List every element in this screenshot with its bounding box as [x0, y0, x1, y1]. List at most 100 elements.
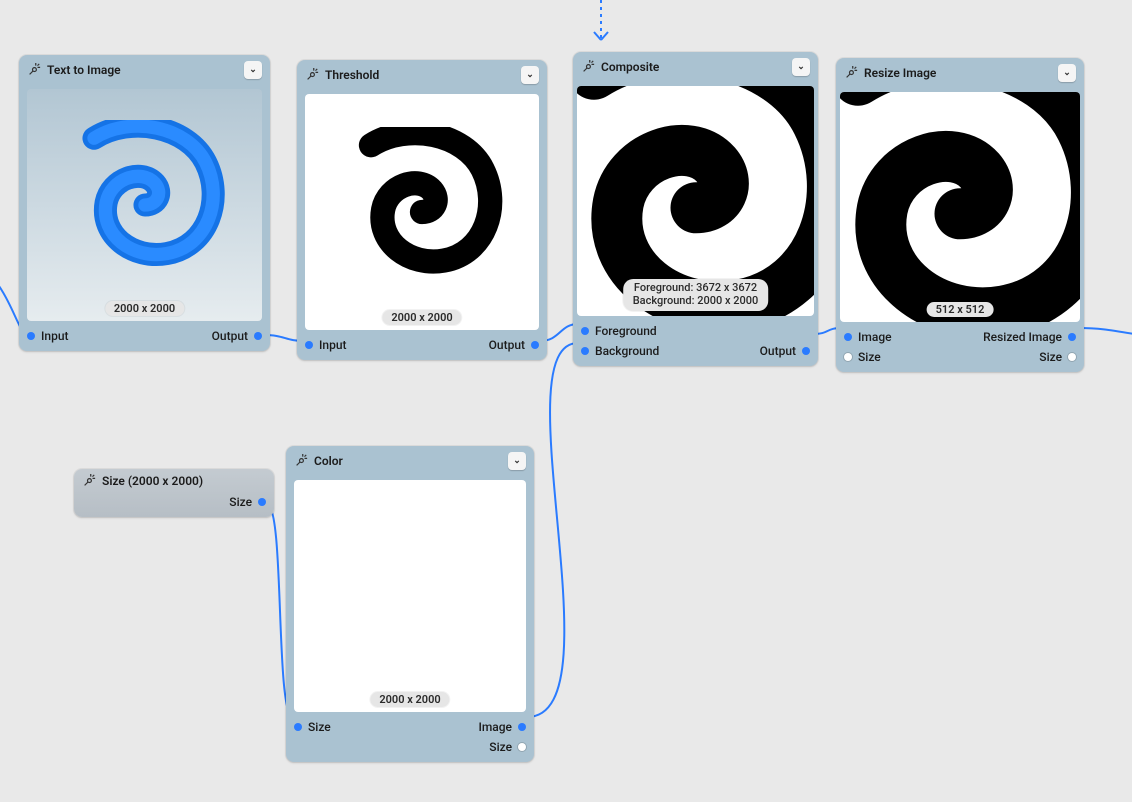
port-row: Image Resized Image [836, 328, 1084, 346]
spiral-glyph-black [337, 127, 507, 297]
port-label: Background [595, 344, 659, 358]
preview-image[interactable]: 2000 x 2000 [305, 94, 539, 330]
node-menu-button[interactable]: ⌄ [521, 66, 539, 84]
node-color[interactable]: Color ⌄ 2000 x 2000 Size Image [286, 446, 534, 762]
port-dot-icon [531, 341, 539, 349]
size-out-port[interactable]: Size [489, 740, 526, 754]
node-resize-image[interactable]: Resize Image ⌄ 512 x 512 Image [836, 58, 1084, 372]
node-title: Color [314, 454, 502, 468]
port-dot-icon [27, 332, 35, 340]
input-port[interactable]: Input [27, 329, 69, 343]
port-label: Size [308, 720, 331, 734]
output-port[interactable]: Output [212, 329, 262, 343]
port-label: Input [41, 329, 69, 343]
preview-image[interactable]: Foreground: 3672 x 3672 Background: 2000… [577, 86, 814, 316]
chevron-down-icon: ⌄ [513, 456, 521, 466]
port-label: Input [319, 338, 347, 352]
preview-image[interactable]: 2000 x 2000 [294, 480, 526, 712]
size-in-port[interactable]: Size [294, 720, 331, 734]
port-dot-icon [802, 347, 810, 355]
node-title: Threshold [325, 68, 515, 82]
preview-image[interactable]: 512 x 512 [840, 92, 1080, 322]
port-label: Size [489, 740, 512, 754]
port-label: Output [489, 338, 525, 352]
port-row: Input Output [19, 327, 270, 345]
node-menu-button[interactable]: ⌄ [508, 452, 526, 470]
node-canvas[interactable]: Text to Image ⌄ 2000 x 2000 Input [0, 0, 1132, 802]
tools-icon [305, 68, 319, 82]
node-header[interactable]: Resize Image ⌄ [836, 58, 1084, 88]
node-body: 2000 x 2000 [286, 476, 534, 716]
port-label: Image [858, 330, 892, 344]
port-dot-icon [581, 327, 589, 335]
badge-line-fg: Foreground: 3672 x 3672 [633, 281, 759, 295]
node-title: Size (2000 x 2000) [102, 474, 266, 488]
foreground-port[interactable]: Foreground [581, 324, 657, 338]
spiral-glyph-large [840, 92, 1080, 322]
node-header[interactable]: Color ⌄ [286, 446, 534, 476]
tools-icon [294, 454, 308, 468]
port-label: Size [1039, 350, 1062, 364]
port-dot-icon [581, 347, 589, 355]
port-dot-icon [1068, 333, 1076, 341]
preview-image[interactable]: 2000 x 2000 [27, 89, 262, 321]
resized-image-port[interactable]: Resized Image [983, 330, 1076, 344]
size-out-port[interactable]: Size [1039, 350, 1076, 364]
port-row: Size [74, 493, 274, 511]
chevron-down-icon: ⌄ [249, 65, 257, 75]
port-dot-icon [518, 743, 526, 751]
background-port[interactable]: Background [581, 344, 659, 358]
chevron-down-icon: ⌄ [526, 70, 534, 80]
port-row: Background Output [573, 342, 818, 360]
port-label: Output [760, 344, 796, 358]
size-in-port[interactable]: Size [844, 350, 881, 364]
port-label: Size [858, 350, 881, 364]
tools-icon [844, 66, 858, 80]
node-size[interactable]: Size (2000 x 2000) Size [74, 469, 274, 517]
tools-icon [82, 474, 96, 488]
node-header[interactable]: Text to Image ⌄ [19, 55, 270, 85]
node-menu-button[interactable]: ⌄ [1058, 64, 1076, 82]
port-label: Size [229, 495, 252, 509]
chevron-down-icon: ⌄ [797, 62, 805, 72]
node-header[interactable]: Size (2000 x 2000) [74, 469, 274, 491]
node-header[interactable]: Threshold ⌄ [297, 60, 547, 90]
node-text-to-image[interactable]: Text to Image ⌄ 2000 x 2000 Input [19, 55, 270, 351]
arrow-into-composite [594, 0, 608, 40]
port-dot-icon [294, 723, 302, 731]
size-out-port[interactable]: Size [229, 495, 266, 509]
input-port[interactable]: Input [305, 338, 347, 352]
node-title: Resize Image [864, 66, 1052, 80]
output-port[interactable]: Output [489, 338, 539, 352]
spiral-glyph-blue [60, 120, 230, 290]
node-title: Text to Image [47, 63, 238, 77]
node-composite[interactable]: Composite ⌄ Foreground: 3672 x 3672 Back… [573, 52, 818, 366]
node-header[interactable]: Composite ⌄ [573, 52, 818, 82]
dims-multi-badge: Foreground: 3672 x 3672 Background: 2000… [623, 279, 769, 312]
node-menu-button[interactable]: ⌄ [244, 61, 262, 79]
port-dot-icon [254, 332, 262, 340]
port-dot-icon [258, 498, 266, 506]
port-row: Size Image [286, 718, 534, 736]
node-body: 2000 x 2000 [19, 85, 270, 325]
dims-badge: 2000 x 2000 [370, 692, 449, 707]
port-dot-icon [305, 341, 313, 349]
badge-line-bg: Background: 2000 x 2000 [633, 294, 759, 308]
image-out-port[interactable]: Image [478, 720, 526, 734]
port-dot-icon [844, 353, 852, 361]
node-body: Foreground: 3672 x 3672 Background: 2000… [573, 82, 818, 320]
port-label: Foreground [595, 324, 657, 338]
image-port[interactable]: Image [844, 330, 892, 344]
node-threshold[interactable]: Threshold ⌄ 2000 x 2000 Input O [297, 60, 547, 360]
tools-icon [27, 63, 41, 77]
node-menu-button[interactable]: ⌄ [792, 58, 810, 76]
node-body: 512 x 512 [836, 88, 1084, 326]
dims-badge: 2000 x 2000 [105, 301, 184, 316]
output-port[interactable]: Output [760, 344, 810, 358]
node-title: Composite [601, 60, 786, 74]
port-dot-icon [844, 333, 852, 341]
dims-badge: 2000 x 2000 [382, 310, 461, 325]
port-dot-icon [1068, 353, 1076, 361]
wire-color-to-composite-bg [527, 343, 578, 717]
port-label: Resized Image [983, 330, 1062, 344]
